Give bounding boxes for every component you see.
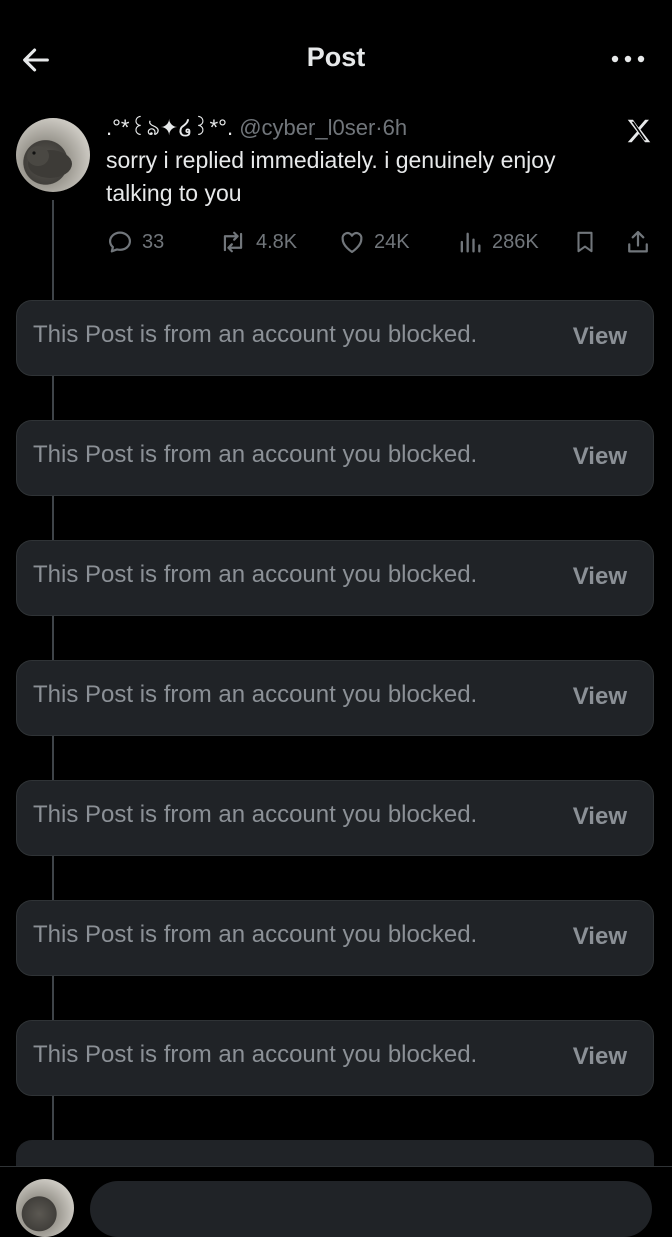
blocked-post-message: This Post is from an account you blocked… (33, 1041, 478, 1068)
handle[interactable]: @cyber_l0ser (239, 115, 375, 140)
composer-avatar (16, 1179, 74, 1237)
blocked-post-card: This Post is from an account you blocked… (16, 420, 654, 496)
top-bar: Post (0, 0, 672, 118)
blocked-post-card: This Post is from an account you blocked… (16, 900, 654, 976)
display-name[interactable]: .°*꒰ঌ✦໒꒱*°. (106, 115, 233, 140)
blocked-post-card: This Post is from an account you blocked… (16, 1020, 654, 1096)
reply-composer-bar (0, 1166, 672, 1237)
share-icon (628, 230, 648, 253)
blocked-post-message: This Post is from an account you blocked… (33, 681, 478, 708)
bookmark-icon (577, 231, 593, 253)
x-logo-icon (627, 119, 651, 143)
views-button[interactable]: 286K (456, 224, 539, 260)
view-blocked-post-button[interactable]: View (573, 1043, 627, 1071)
views-chart-icon (460, 232, 481, 253)
blocked-post-card: This Post is from an account you blocked… (16, 300, 654, 376)
blocked-post-message: This Post is from an account you blocked… (33, 441, 478, 468)
reply-button[interactable]: 33 (106, 224, 164, 260)
view-blocked-post-button[interactable]: View (573, 323, 627, 351)
view-blocked-post-button[interactable]: View (573, 443, 627, 471)
heart-icon (341, 231, 363, 254)
share-button[interactable] (624, 224, 652, 260)
more-horizontal-icon (611, 55, 645, 63)
page-title: Post (306, 42, 366, 72)
post-text: sorry i replied immediately. i genuinely… (106, 147, 556, 206)
view-count: 286K (492, 230, 539, 253)
repost-button[interactable]: 4.8K (218, 224, 297, 260)
like-button[interactable]: 24K (338, 224, 410, 260)
view-blocked-post-button[interactable]: View (573, 923, 627, 951)
post-meta: .°*꒰ঌ✦໒꒱*°. @cyber_l0ser·6h (106, 112, 658, 144)
blocked-post-card: This Post is from an account you blocked… (16, 540, 654, 616)
blocked-post-message: This Post is from an account you blocked… (33, 801, 478, 828)
bookmark-button[interactable] (572, 224, 598, 260)
repost-count: 4.8K (256, 230, 298, 253)
repost-icon (223, 231, 243, 253)
blocked-post-message: This Post is from an account you blocked… (33, 321, 478, 348)
meta-separator: · (375, 115, 383, 140)
view-blocked-post-button[interactable]: View (573, 563, 627, 591)
reply-count: 33 (142, 230, 165, 253)
view-blocked-post-button[interactable]: View (573, 683, 627, 711)
blocked-post-card: This Post is from an account you blocked… (16, 780, 654, 856)
view-blocked-post-button[interactable]: View (573, 803, 627, 831)
like-count: 24K (374, 230, 410, 253)
avatar[interactable] (16, 118, 90, 192)
reply-icon (108, 231, 132, 253)
blocked-post-message: This Post is from an account you blocked… (33, 561, 478, 588)
blocked-post-card: This Post is from an account you blocked… (16, 660, 654, 736)
blocked-post-message: This Post is from an account you blocked… (33, 921, 478, 948)
main-post: .°*꒰ঌ✦໒꒱*°. @cyber_l0ser·6h sorry i repl… (106, 112, 658, 210)
post-actions: 33 4.8K 24K 286K (106, 224, 656, 260)
post-time[interactable]: 6h (383, 115, 407, 140)
reply-input[interactable] (90, 1181, 652, 1237)
more-options-button[interactable] (604, 42, 652, 76)
